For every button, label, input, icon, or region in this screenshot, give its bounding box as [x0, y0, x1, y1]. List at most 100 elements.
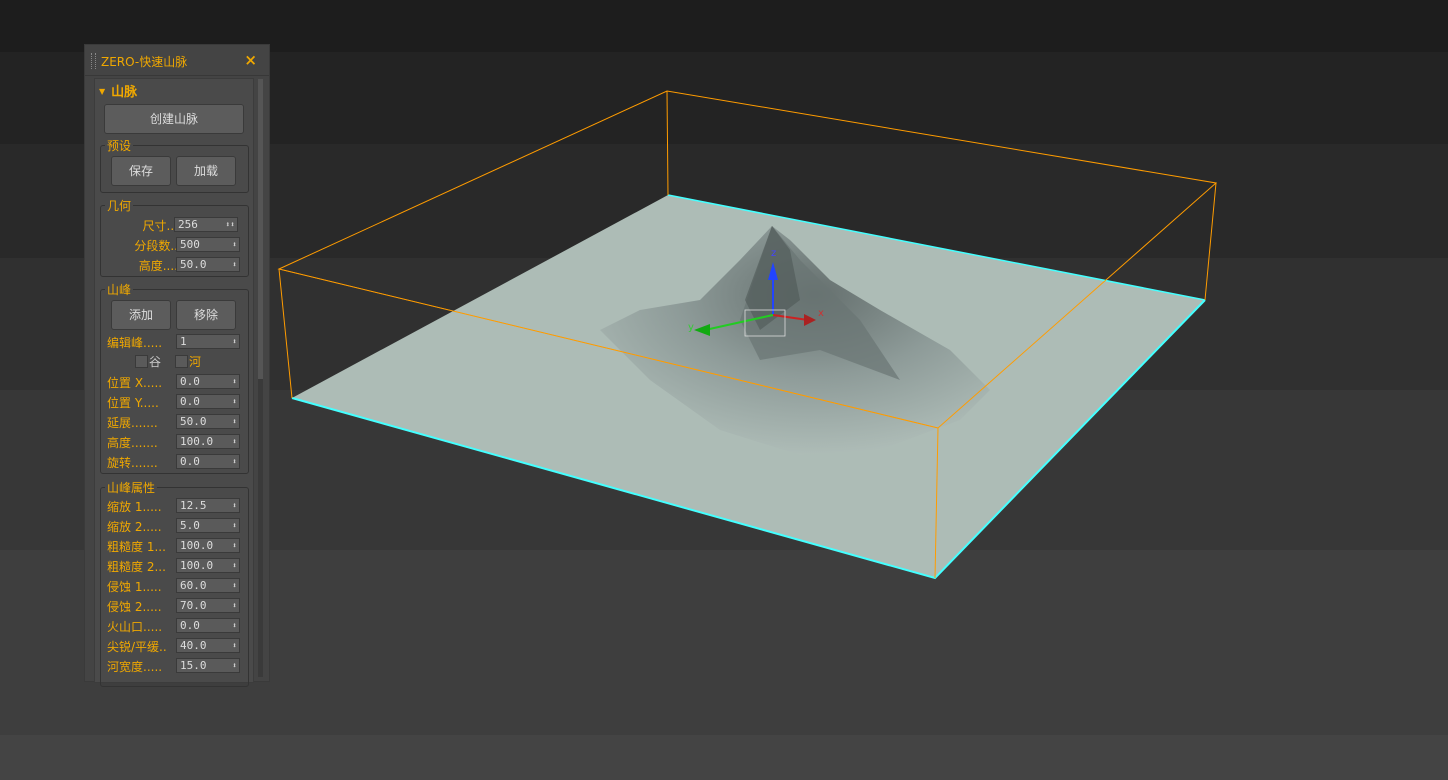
scrollbar-thumb[interactable]	[258, 79, 263, 379]
rotation-field: 旋转....... 0.0 ⬍	[101, 453, 250, 471]
spinner-input[interactable]: 50.0 ⬍	[176, 414, 240, 429]
peak-properties-group: 山峰属性 缩放 1..... 12.5 ⬍ 缩放 2..... 5.0 ⬍ 粗糙度 1.…	[100, 479, 250, 687]
label: 100.0	[180, 435, 214, 448]
label: 山脉	[111, 85, 138, 100]
spinner-input[interactable]: 15.0 ⬍	[176, 658, 240, 673]
river-width-field: 河宽度..... 15.0 ⬍	[101, 657, 250, 675]
spinner-input[interactable]: 40.0 ⬍	[176, 638, 240, 653]
label: 12.5	[180, 499, 207, 512]
roughness-1-field: 粗糙度 1... 100.0 ⬍	[101, 537, 250, 555]
spinner-arrows-icon[interactable]: ⬍	[232, 238, 237, 251]
panel-titlebar[interactable]: ZERO-快速山脉 ×	[85, 45, 269, 76]
spinner-arrows-icon[interactable]: ⬍	[232, 435, 237, 448]
spinner-input[interactable]: 100.0 ⬍	[176, 558, 240, 573]
spread-field: 延展....... 50.0 ⬍	[101, 413, 250, 431]
spinner-input[interactable]: 0.0 ⬍	[176, 374, 240, 389]
spinner-arrows-icon[interactable]: ⬍	[232, 415, 237, 428]
collapse-triangle-icon[interactable]: ▼	[99, 87, 105, 96]
spinner-arrows-icon[interactable]: ⬍	[232, 455, 237, 468]
spinner-arrows-icon[interactable]: ⬍	[232, 335, 237, 348]
label: 0.0	[180, 375, 200, 388]
spinner-arrows-icon[interactable]: ⬍	[232, 579, 237, 592]
size-field: 尺寸... 256 ⬍⬍	[101, 216, 250, 234]
spinner-input[interactable]: 50.0 ⬍	[176, 257, 240, 272]
spinner-input[interactable]: 12.5 ⬍	[176, 498, 240, 513]
create-mountain-button[interactable]: 创建山脉	[104, 104, 244, 134]
label: 高度....	[138, 259, 178, 273]
spinner-input[interactable]: 70.0 ⬍	[176, 598, 240, 613]
spinner-arrows-icon[interactable]: ⬍	[232, 559, 237, 572]
rollout-header[interactable]: ▼ 山脉	[99, 81, 137, 100]
spinner-arrows-icon[interactable]: ⬍	[232, 258, 237, 271]
label: 70.0	[180, 599, 207, 612]
label: y	[688, 322, 694, 333]
erosion-2-field: 侵蚀 2..... 70.0 ⬍	[101, 597, 250, 615]
label: 100.0	[180, 539, 214, 552]
label: 256	[178, 218, 198, 231]
spinner-arrows-icon[interactable]: ⬍	[232, 395, 237, 408]
spinner-input[interactable]: 60.0 ⬍	[176, 578, 240, 593]
spinner-arrows-icon[interactable]: ⬍	[232, 639, 237, 652]
label: 尺寸...	[142, 219, 178, 233]
spinner-arrows-icon[interactable]: ⬍	[232, 619, 237, 632]
spinner-input[interactable]: 0.0 ⬍	[176, 394, 240, 409]
valley-checkbox[interactable]	[135, 355, 148, 368]
close-icon[interactable]: ×	[244, 51, 257, 69]
preset-group: 预设 保存 加载	[100, 137, 249, 193]
spinner-input[interactable]: 1 ⬍	[176, 334, 240, 349]
spinner-arrows-icon[interactable]: ⬍	[232, 375, 237, 388]
erosion-1-field: 侵蚀 1..... 60.0 ⬍	[101, 577, 250, 595]
label: 粗糙度 1...	[107, 540, 166, 554]
label: 火山口.....	[107, 620, 163, 634]
drag-grip-icon[interactable]	[91, 53, 96, 69]
label: 50.0	[180, 415, 207, 428]
mountain-tool-panel: ZERO-快速山脉 × ▼ 山脉 创建山脉 预设 保存 加载 几何 尺寸... 25…	[84, 44, 270, 687]
label: 60.0	[180, 579, 207, 592]
label: 高度.......	[107, 436, 158, 450]
label: 500	[180, 238, 200, 251]
add-peak-button[interactable]: 添加	[111, 300, 171, 330]
spinner-arrows-icon[interactable]: ⬍	[232, 519, 237, 532]
height-field: 高度.... 50.0 ⬍	[101, 256, 250, 274]
scale-2-field: 缩放 2..... 5.0 ⬍	[101, 517, 250, 535]
save-button[interactable]: 保存	[111, 156, 171, 186]
label: 延展.......	[107, 416, 158, 430]
label: 位置 Y.....	[107, 396, 159, 410]
position-x-field: 位置 X..... 0.0 ⬍	[101, 373, 250, 391]
edit-peak-field: 编辑峰..... 1 ⬍	[101, 333, 250, 351]
spinner-arrows-icon[interactable]: ⬍	[232, 659, 237, 672]
spinner-arrows-icon[interactable]: ⬍	[232, 499, 237, 512]
label: 5.0	[180, 519, 200, 532]
spinner-input[interactable]: 5.0 ⬍	[176, 518, 240, 533]
label: 100.0	[180, 559, 214, 572]
label: 几何	[105, 197, 134, 214]
scale-1-field: 缩放 1..... 12.5 ⬍	[101, 497, 250, 515]
spinner-input[interactable]: 0.0 ⬍	[176, 454, 240, 469]
label: 山峰属性	[105, 479, 158, 496]
label: 15.0	[180, 659, 207, 672]
label: 尖锐/平缓..	[107, 640, 167, 654]
load-button[interactable]: 加载	[176, 156, 236, 186]
spinner-arrows-icon[interactable]: ⬍	[232, 539, 237, 552]
river-checkbox[interactable]	[175, 355, 188, 368]
label: 0.0	[180, 619, 200, 632]
label: 河	[189, 355, 202, 369]
spinner-input[interactable]: 256 ⬍⬍	[174, 217, 238, 232]
spinner-input[interactable]: 100.0 ⬍	[176, 434, 240, 449]
label: 谷	[149, 355, 162, 369]
label: 山峰	[105, 281, 134, 298]
segments-field: 分段数.. 500 ⬍	[101, 236, 250, 254]
label: 侵蚀 2.....	[107, 600, 162, 614]
spinner-input[interactable]: 100.0 ⬍	[176, 538, 240, 553]
label: x	[818, 308, 824, 319]
rollout-mountain: ▼ 山脉 创建山脉 预设 保存 加载 几何 尺寸... 256 ⬍⬍ 分段数.. 500…	[94, 78, 254, 687]
label: 预设	[105, 137, 134, 154]
roughness-2-field: 粗糙度 2... 100.0 ⬍	[101, 557, 250, 575]
spinner-input[interactable]: 0.0 ⬍	[176, 618, 240, 633]
remove-peak-button[interactable]: 移除	[176, 300, 236, 330]
panel-title: ZERO-快速山脉	[101, 55, 188, 69]
label: 缩放 2.....	[107, 520, 162, 534]
spinner-arrows-icon[interactable]: ⬍	[232, 599, 237, 612]
spinner-input[interactable]: 500 ⬍	[176, 237, 240, 252]
spinner-arrows-icon[interactable]: ⬍⬍	[225, 218, 235, 231]
